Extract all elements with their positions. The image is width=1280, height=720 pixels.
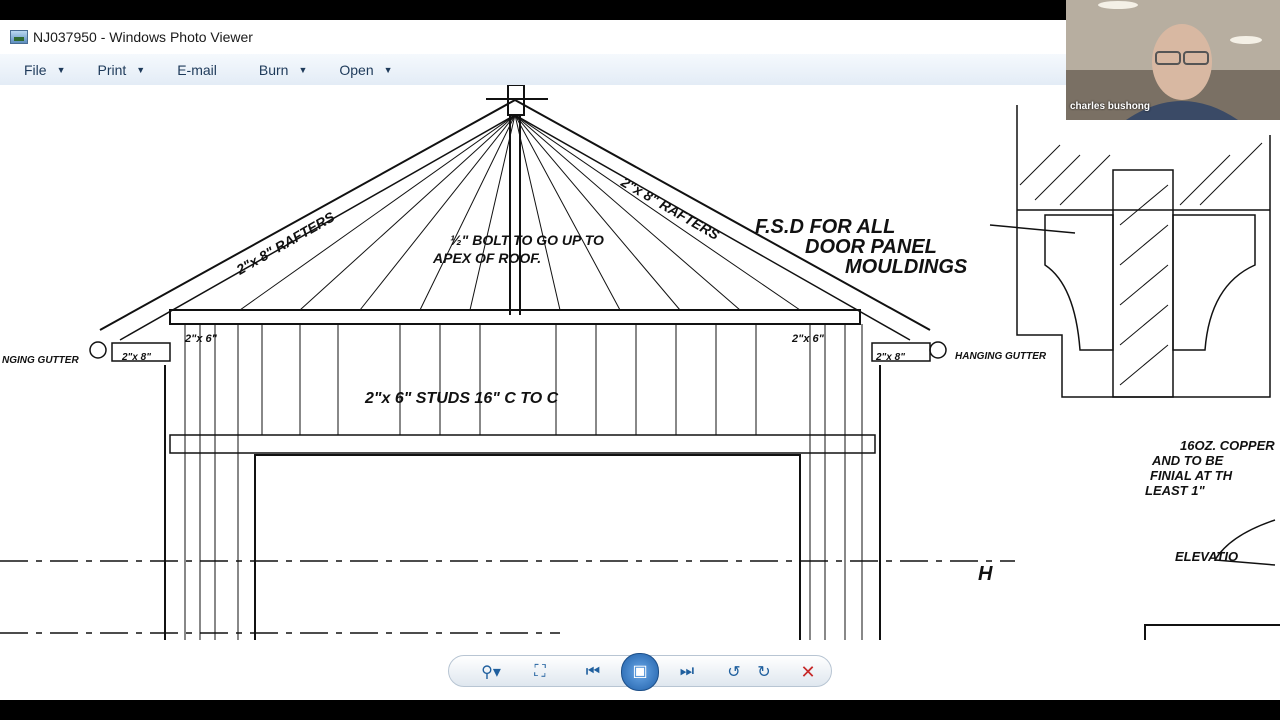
next-icon[interactable]: ⏭ [669, 656, 705, 688]
label-eave-left: 2"x 8" [121, 352, 151, 363]
label-copper-1: 16OZ. COPPER [1180, 438, 1275, 453]
label-h-mark: H [978, 563, 993, 585]
moulding-stile [1112, 169, 1174, 398]
label-plate-left: 2"x 6" [184, 333, 218, 345]
bottom-toolbar: ⚲▾ ⛶ ⏮ ▣ ⏭ ↺ ↻ ✕ [0, 640, 1280, 700]
menu-open-label: Open [339, 61, 374, 78]
hatch [1119, 344, 1169, 386]
hatch [1059, 154, 1111, 206]
roof-outline [99, 98, 931, 331]
header-beam [169, 434, 876, 454]
actual-size-icon[interactable]: ⛶ [525, 656, 555, 688]
label-eave-right: 2"x 8" [875, 352, 905, 363]
menu-print-label: Print [97, 61, 127, 78]
hatch [1119, 304, 1169, 346]
label-gutter-right: HANGING GUTTER [955, 351, 1047, 362]
photo-viewer-app-icon [10, 30, 28, 44]
rafter-line [514, 114, 801, 311]
previous-icon[interactable]: ⏮ [575, 656, 611, 688]
chevron-down-icon[interactable]: ▼ [384, 65, 393, 75]
label-fsd-3: MOULDINGS [845, 256, 968, 278]
bottom-black-bar [0, 700, 1280, 720]
menu-print[interactable]: Print ▼ [87, 62, 145, 78]
label-rafters-right: 2"x 8" RAFTERS [618, 173, 723, 243]
rafter-line [239, 114, 516, 311]
label-fsd-2: DOOR PANEL [805, 236, 937, 258]
delete-icon[interactable]: ✕ [793, 656, 823, 688]
rafter-line [299, 114, 516, 311]
hatch [1019, 144, 1061, 186]
rafter-line [469, 114, 516, 311]
label-fsd-1: F.S.D FOR ALL [755, 216, 895, 238]
label-bolt: ½" BOLT TO GO UP TO [450, 232, 604, 248]
toolbar-pill: ⚲▾ ⛶ ⏮ ▣ ⏭ ↺ ↻ ✕ [448, 653, 832, 691]
moulding-profile-left [1044, 214, 1114, 351]
label-elevation: ELEVATIO [1175, 549, 1238, 564]
menu-email[interactable]: E-mail [167, 62, 227, 78]
zoom-icon[interactable]: ⚲▾ [471, 656, 511, 688]
menu-burn-label: Burn [258, 61, 289, 78]
top-plate [169, 309, 861, 325]
hatch [1199, 142, 1263, 206]
menu-file-label: File [24, 61, 47, 78]
hatch [1119, 184, 1169, 226]
chevron-down-icon[interactable]: ▼ [57, 65, 66, 75]
label-apex: APEX OF ROOF. [432, 250, 541, 266]
hatch [1119, 224, 1169, 266]
label-rafters-left: 2"x 8" RAFTERS [233, 208, 338, 278]
window-title: NJ037950 - Windows Photo Viewer [33, 29, 253, 45]
menu-open[interactable]: Open ▼ [329, 62, 392, 78]
rafter-line [514, 114, 561, 311]
hatch [1119, 264, 1169, 306]
gutter-left [89, 341, 107, 359]
slideshow-icon[interactable]: ▣ [619, 653, 661, 691]
photo-viewer-window: NJ037950 - Windows Photo Viewer File ▼ P… [0, 20, 1280, 700]
rotate-ccw-icon[interactable]: ↺ [719, 656, 749, 688]
label-studs: 2"x 6" STUDS 16" C TO C [364, 390, 559, 407]
menu-file[interactable]: File ▼ [14, 62, 65, 78]
door-opening [254, 454, 801, 660]
person-head [1152, 24, 1212, 100]
label-gutter-left: NGING GUTTER [2, 355, 79, 366]
rafter-line [514, 114, 681, 311]
hatch [1034, 154, 1081, 201]
image-canvas[interactable]: 2"x 8" RAFTERS 2"x 8" RAFTERS ½" BOLT TO… [0, 85, 1280, 660]
gutter-right [929, 341, 947, 359]
chevron-down-icon[interactable]: ▼ [136, 65, 145, 75]
leader-line [989, 224, 1076, 234]
menu-email-label: E-mail [177, 61, 217, 78]
blueprint-drawing: 2"x 8" RAFTERS 2"x 8" RAFTERS ½" BOLT TO… [0, 85, 1280, 660]
participant-name: charles bushong [1070, 101, 1151, 112]
rotate-cw-icon[interactable]: ↻ [749, 656, 779, 688]
moulding-outline [1016, 105, 1271, 398]
moulding-profile-right [1172, 214, 1256, 351]
chevron-down-icon[interactable]: ▼ [298, 65, 307, 75]
label-plate-right: 2"x 6" [791, 333, 825, 345]
rafter-line [359, 114, 516, 311]
label-copper-2: AND TO BE [1151, 453, 1224, 468]
label-copper-4: LEAST 1" [1145, 483, 1205, 498]
menu-burn[interactable]: Burn ▼ [249, 62, 308, 78]
label-copper-3: FINIAL AT TH [1150, 468, 1233, 483]
rafter-line [514, 114, 741, 311]
hatch [1179, 154, 1231, 206]
